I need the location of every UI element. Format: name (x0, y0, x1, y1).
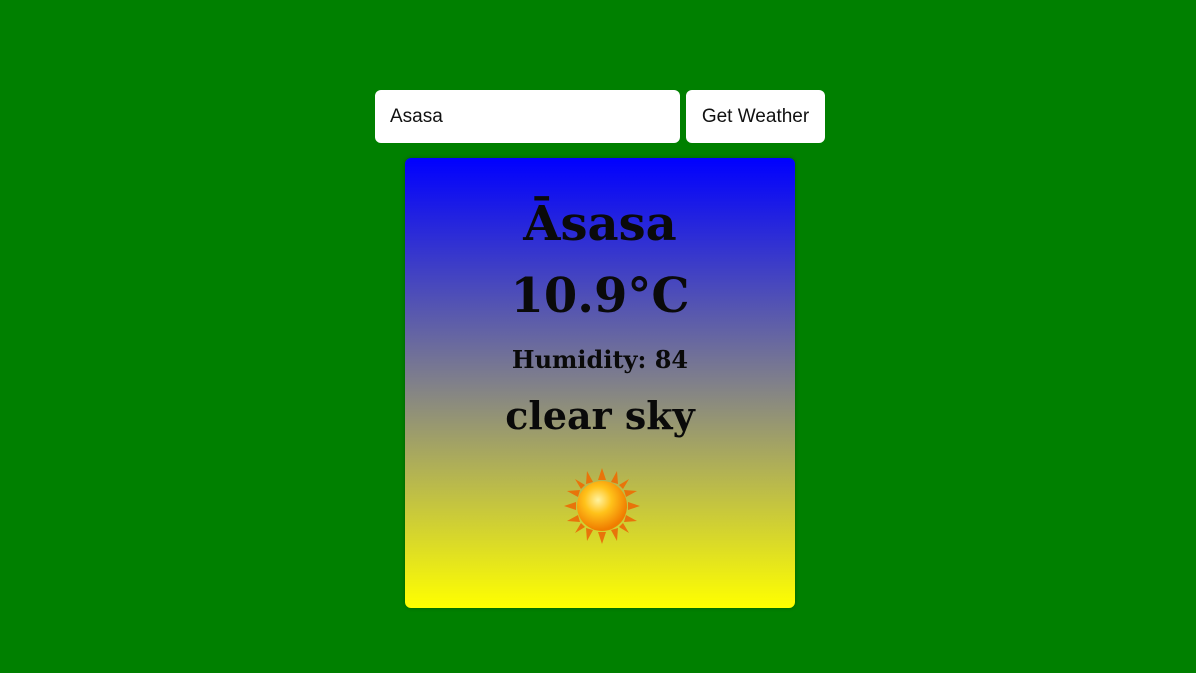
sun-disc (577, 481, 627, 531)
city-name: Āsasa (523, 196, 677, 252)
weather-description: clear sky (505, 393, 695, 438)
humidity-value: Humidity: 84 (511, 345, 689, 374)
get-weather-button[interactable]: Get Weather (686, 90, 825, 143)
sun-icon (564, 468, 640, 544)
weather-card: Āsasa 10.9°C Humidity: 84 clear sky (405, 158, 795, 608)
temperature-value: 10.9°C (510, 268, 690, 324)
city-search-input[interactable] (375, 90, 680, 143)
search-bar: Get Weather (375, 90, 825, 143)
